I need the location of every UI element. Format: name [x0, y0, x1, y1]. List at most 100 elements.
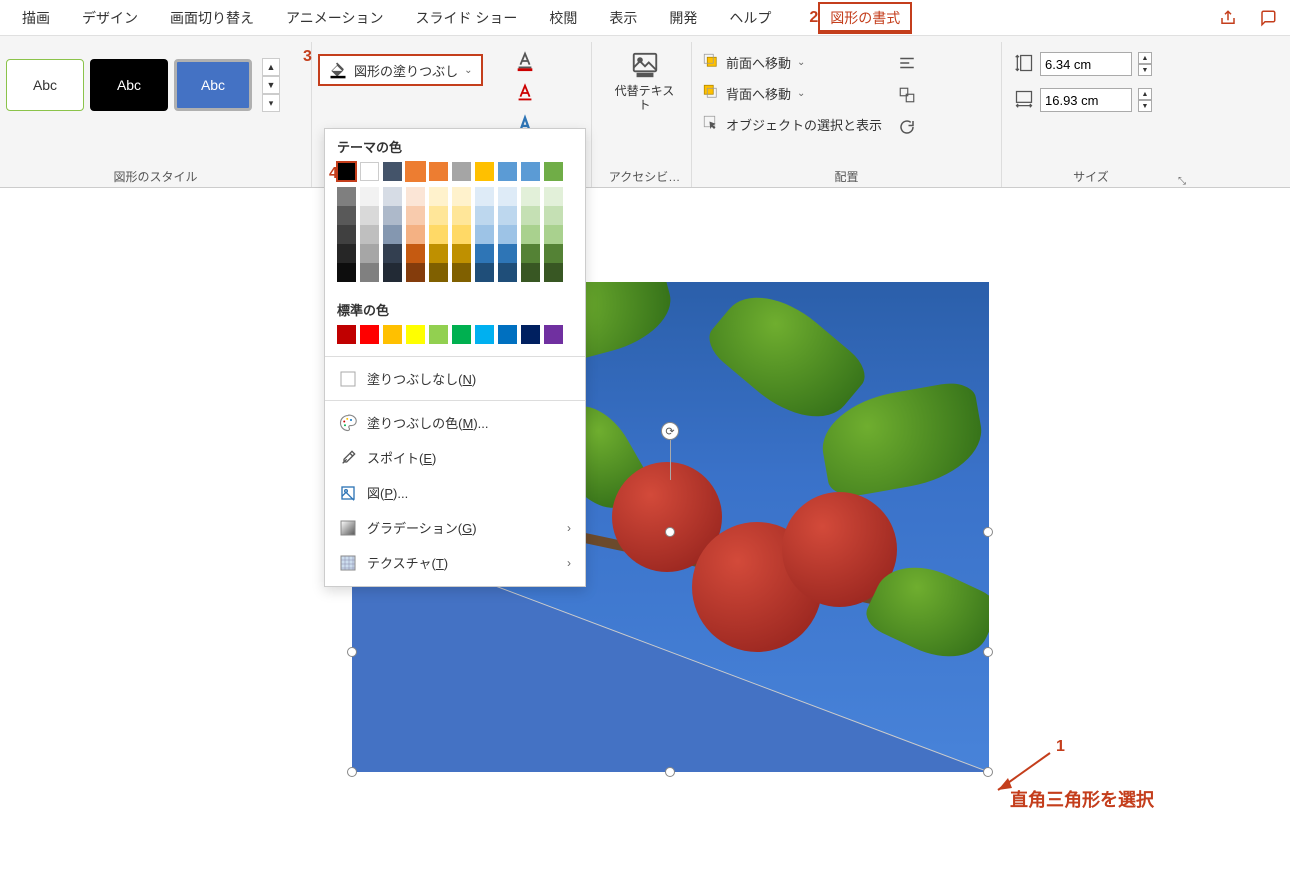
- shade-color-swatch[interactable]: [360, 225, 379, 244]
- standard-color-swatch[interactable]: [544, 325, 563, 344]
- shade-color-swatch[interactable]: [544, 263, 563, 282]
- shade-color-swatch[interactable]: [383, 244, 402, 263]
- resize-handle[interactable]: [347, 767, 357, 777]
- shade-color-swatch[interactable]: [452, 206, 471, 225]
- alt-text-button[interactable]: 代替テキスト: [604, 42, 685, 112]
- theme-color-swatch[interactable]: [360, 162, 379, 181]
- dialog-launcher-size[interactable]: ⤡: [1178, 176, 1186, 187]
- theme-color-swatch[interactable]: [475, 162, 494, 181]
- resize-handle[interactable]: [347, 647, 357, 657]
- shade-color-swatch[interactable]: [360, 187, 379, 206]
- style-gallery-more[interactable]: ▾: [262, 94, 280, 112]
- shade-color-swatch[interactable]: [383, 263, 402, 282]
- shade-color-swatch[interactable]: [521, 206, 540, 225]
- shade-color-swatch[interactable]: [383, 187, 402, 206]
- text-outline-icon[interactable]: [508, 80, 542, 106]
- texture-fill-item[interactable]: テクスチャ(T) ›: [325, 545, 585, 580]
- standard-color-swatch[interactable]: [360, 325, 379, 344]
- height-input[interactable]: [1040, 52, 1132, 76]
- tab-view[interactable]: 表示: [595, 2, 651, 34]
- tab-help[interactable]: ヘルプ: [715, 2, 785, 34]
- gradient-fill-item[interactable]: グラデーション(G) ›: [325, 510, 585, 545]
- width-input[interactable]: [1040, 88, 1132, 112]
- resize-handle[interactable]: [983, 527, 993, 537]
- shade-color-swatch[interactable]: [429, 244, 448, 263]
- shade-color-swatch[interactable]: [452, 225, 471, 244]
- shade-color-swatch[interactable]: [429, 225, 448, 244]
- style-preset-2[interactable]: Abc: [90, 59, 168, 111]
- height-up[interactable]: ▲: [1138, 52, 1152, 64]
- theme-color-swatch[interactable]: [383, 162, 402, 181]
- tab-shape-format[interactable]: 図形の書式: [818, 2, 912, 34]
- style-gallery-up[interactable]: ▲: [262, 58, 280, 76]
- resize-handle[interactable]: [665, 527, 675, 537]
- standard-color-swatch[interactable]: [475, 325, 494, 344]
- rotation-handle[interactable]: ⟳: [661, 422, 679, 440]
- shade-color-swatch[interactable]: [475, 244, 494, 263]
- picture-fill-item[interactable]: 図(P)...: [325, 475, 585, 510]
- shade-color-swatch[interactable]: [406, 187, 425, 206]
- shade-color-swatch[interactable]: [544, 244, 563, 263]
- shade-color-swatch[interactable]: [337, 244, 356, 263]
- shade-color-swatch[interactable]: [383, 225, 402, 244]
- comments-icon[interactable]: [1254, 4, 1282, 32]
- tab-review[interactable]: 校閲: [535, 2, 591, 34]
- standard-color-swatch[interactable]: [429, 325, 448, 344]
- selection-pane-button[interactable]: オブジェクトの選択と表示: [698, 112, 886, 137]
- shade-color-swatch[interactable]: [406, 225, 425, 244]
- shade-color-swatch[interactable]: [429, 187, 448, 206]
- shade-color-swatch[interactable]: [406, 244, 425, 263]
- style-preset-3[interactable]: Abc: [174, 59, 252, 111]
- tab-developer[interactable]: 開発: [655, 2, 711, 34]
- theme-color-swatch[interactable]: [544, 162, 563, 181]
- shade-color-swatch[interactable]: [544, 187, 563, 206]
- shade-color-swatch[interactable]: [337, 206, 356, 225]
- shade-color-swatch[interactable]: [452, 244, 471, 263]
- text-fill-icon[interactable]: [508, 48, 542, 74]
- tab-slideshow[interactable]: スライド ショー: [401, 2, 531, 34]
- shade-color-swatch[interactable]: [360, 244, 379, 263]
- shade-color-swatch[interactable]: [521, 225, 540, 244]
- shade-color-swatch[interactable]: [452, 263, 471, 282]
- shape-fill-button[interactable]: 図形の塗りつぶし ⌄: [318, 54, 483, 86]
- shade-color-swatch[interactable]: [498, 206, 517, 225]
- send-backward-button[interactable]: 背面へ移動 ⌄: [698, 81, 886, 106]
- shade-color-swatch[interactable]: [383, 206, 402, 225]
- shade-color-swatch[interactable]: [429, 206, 448, 225]
- shade-color-swatch[interactable]: [475, 263, 494, 282]
- resize-handle[interactable]: [665, 767, 675, 777]
- shade-color-swatch[interactable]: [498, 187, 517, 206]
- width-up[interactable]: ▲: [1138, 88, 1152, 100]
- shade-color-swatch[interactable]: [337, 263, 356, 282]
- shade-color-swatch[interactable]: [521, 187, 540, 206]
- shade-color-swatch[interactable]: [475, 206, 494, 225]
- shade-color-swatch[interactable]: [521, 244, 540, 263]
- more-fill-colors-item[interactable]: 塗りつぶしの色(M)...: [325, 405, 585, 440]
- standard-color-swatch[interactable]: [521, 325, 540, 344]
- shade-color-swatch[interactable]: [360, 263, 379, 282]
- group-button[interactable]: [896, 84, 918, 106]
- height-down[interactable]: ▼: [1138, 64, 1152, 76]
- tab-draw[interactable]: 描画: [8, 2, 64, 34]
- standard-color-swatch[interactable]: [383, 325, 402, 344]
- style-gallery-down[interactable]: ▼: [262, 76, 280, 94]
- eyedropper-item[interactable]: スポイト(E): [325, 440, 585, 475]
- theme-color-swatch[interactable]: [521, 162, 540, 181]
- standard-color-swatch[interactable]: [498, 325, 517, 344]
- shade-color-swatch[interactable]: [475, 187, 494, 206]
- standard-color-swatch[interactable]: [337, 325, 356, 344]
- shade-color-swatch[interactable]: [452, 187, 471, 206]
- shade-color-swatch[interactable]: [429, 263, 448, 282]
- standard-color-swatch[interactable]: [452, 325, 471, 344]
- standard-color-swatch[interactable]: [406, 325, 425, 344]
- shade-color-swatch[interactable]: [521, 263, 540, 282]
- shade-color-swatch[interactable]: [360, 206, 379, 225]
- shade-color-swatch[interactable]: [406, 263, 425, 282]
- theme-color-swatch[interactable]: [498, 162, 517, 181]
- shade-color-swatch[interactable]: [498, 263, 517, 282]
- shade-color-swatch[interactable]: [337, 225, 356, 244]
- tab-transition[interactable]: 画面切り替え: [156, 2, 268, 34]
- shade-color-swatch[interactable]: [337, 187, 356, 206]
- shade-color-swatch[interactable]: [498, 244, 517, 263]
- tab-animation[interactable]: アニメーション: [272, 2, 397, 34]
